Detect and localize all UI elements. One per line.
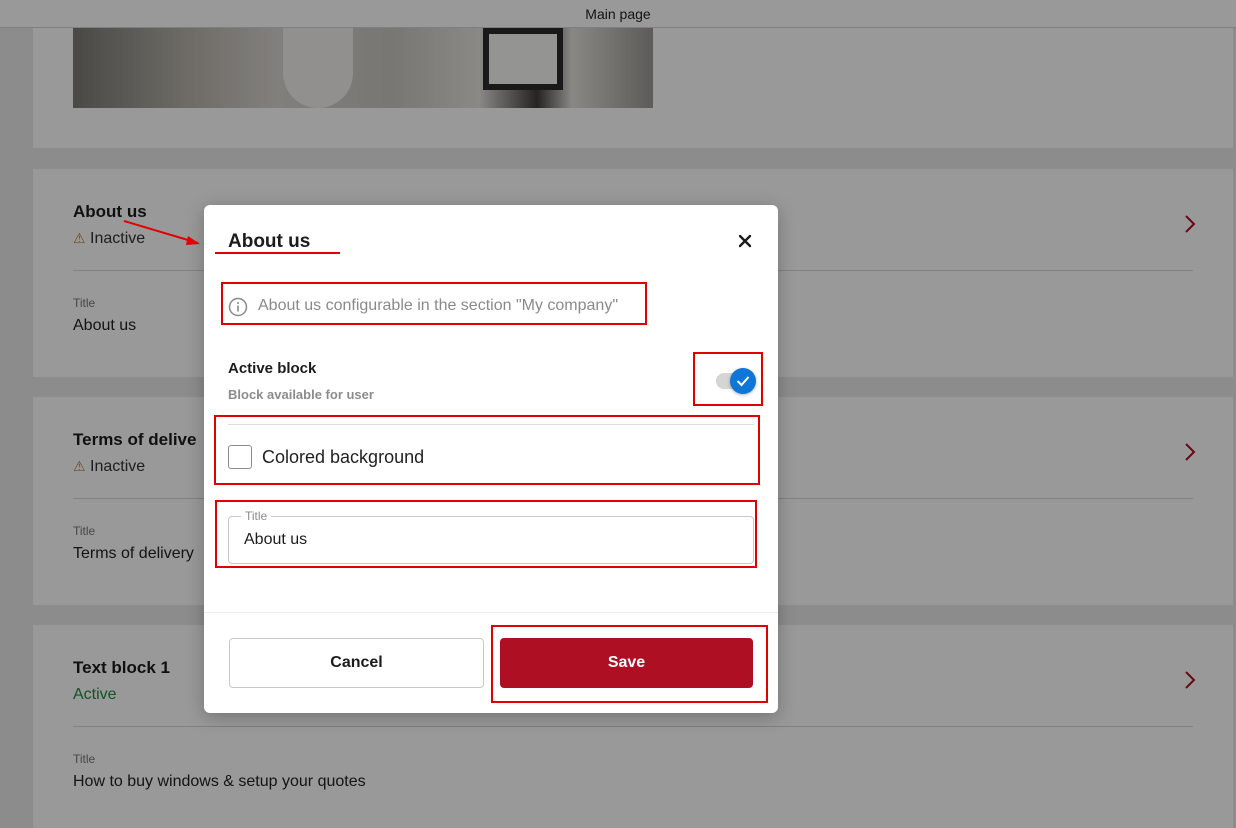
annotation-underline: [215, 252, 340, 254]
active-block-sublabel: Block available for user: [228, 387, 374, 402]
annotation-box-toggle: [693, 352, 763, 406]
annotation-box-checkbox: [214, 415, 760, 485]
dialog-title: About us: [228, 231, 311, 252]
active-block-label: Active block: [228, 360, 317, 377]
annotation-box-info: [221, 282, 647, 325]
annotation-box-title: [215, 500, 757, 568]
footer-divider: [204, 612, 778, 613]
annotation-arrow: [123, 220, 200, 245]
annotation-box-save: [491, 625, 768, 703]
cancel-button[interactable]: Cancel: [229, 638, 484, 688]
close-icon[interactable]: [734, 230, 756, 252]
